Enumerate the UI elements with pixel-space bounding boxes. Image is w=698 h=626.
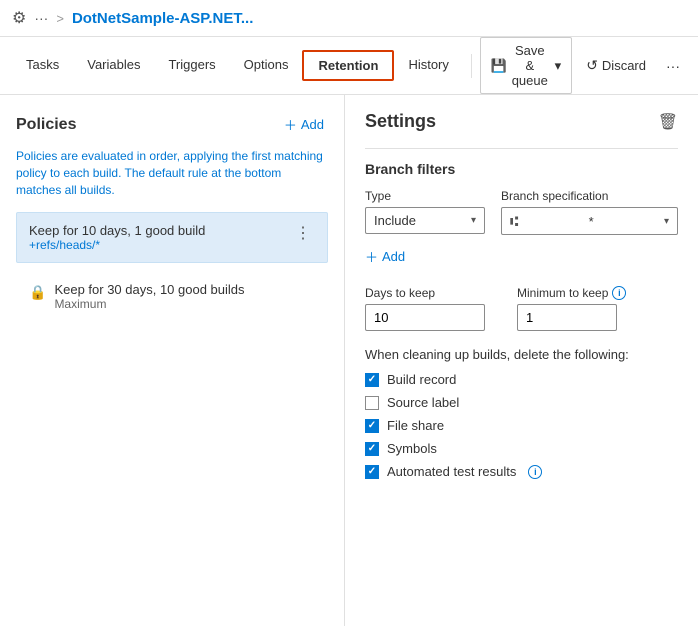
branch-icon: ⑆ [510, 213, 518, 229]
type-group: Type Include ▾ [365, 189, 485, 235]
discard-button[interactable]: ↺ Discard [576, 52, 656, 79]
checkbox-source-label[interactable] [365, 396, 379, 410]
delete-section: When cleaning up builds, delete the foll… [365, 347, 678, 479]
min-keep-group: Minimum to keep i [517, 286, 626, 331]
policy-info: Keep for 10 days, 1 good build +refs/hea… [29, 223, 291, 252]
save-queue-button[interactable]: 💾 Save & queue ▾ [480, 37, 572, 94]
branch-value: * [589, 214, 594, 229]
more-actions-button[interactable]: ··· [660, 53, 686, 79]
min-keep-input[interactable] [517, 304, 617, 331]
branch-spec-label: Branch specification [501, 189, 678, 203]
type-select[interactable]: Include ▾ [365, 207, 485, 234]
checkbox-item-source-label: Source label [365, 395, 678, 410]
tab-history[interactable]: History [394, 47, 462, 84]
nav-bar: Tasks Variables Triggers Options Retenti… [0, 37, 698, 95]
branch-filters-title: Branch filters [365, 161, 678, 177]
add-filter-icon: ＋ [365, 247, 378, 266]
checkbox-file-share[interactable] [365, 419, 379, 433]
checkbox-item-symbols: Symbols [365, 441, 678, 456]
tab-retention[interactable]: Retention [302, 50, 394, 81]
policy-kebab-menu[interactable]: ⋮ [291, 223, 315, 243]
automated-test-info-icon[interactable]: i [528, 465, 542, 479]
checkbox-label-build-record: Build record [387, 372, 456, 387]
save-dropdown-icon[interactable]: ▾ [555, 58, 562, 74]
add-icon: ＋ [284, 115, 297, 134]
days-row: Days to keep Minimum to keep i [365, 286, 678, 331]
type-value: Include [374, 213, 416, 228]
left-panel: Policies ＋ + Add Add Policies are evalua… [0, 95, 345, 626]
checkbox-symbols[interactable] [365, 442, 379, 456]
policy-max-info: Keep for 30 days, 10 good builds Maximum [54, 282, 315, 311]
app-icon: ⚙ [12, 8, 26, 28]
tab-tasks[interactable]: Tasks [12, 47, 73, 84]
breadcrumb-dots[interactable]: ··· [34, 10, 48, 26]
section-divider [365, 148, 678, 149]
project-title: DotNetSample-ASP.NET... [72, 10, 253, 27]
tab-options[interactable]: Options [230, 47, 303, 84]
checkbox-label-symbols: Symbols [387, 441, 437, 456]
checkbox-item-automated-test: Automated test results i [365, 464, 678, 479]
days-keep-group: Days to keep [365, 286, 485, 331]
type-label: Type [365, 189, 485, 203]
header: ⚙ ··· > DotNetSample-ASP.NET... [0, 0, 698, 37]
delete-label: When cleaning up builds, delete the foll… [365, 347, 678, 362]
discard-icon: ↺ [586, 57, 598, 74]
nav-divider [471, 54, 472, 78]
tab-triggers[interactable]: Triggers [154, 47, 229, 84]
min-keep-info-icon[interactable]: i [612, 286, 626, 300]
policy-max-name: Keep for 30 days, 10 good builds [54, 282, 315, 297]
type-arrow-icon: ▾ [471, 215, 476, 226]
checkbox-label-source-label: Source label [387, 395, 459, 410]
days-keep-label: Days to keep [365, 286, 485, 300]
panel-title: Policies [16, 116, 76, 134]
settings-title: Settings [365, 111, 436, 132]
policy-sub: +refs/heads/* [29, 238, 291, 252]
checkbox-item-build-record: Build record [365, 372, 678, 387]
checkbox-build-record[interactable] [365, 373, 379, 387]
lock-icon: 🔒 [29, 284, 46, 301]
days-keep-input[interactable] [365, 304, 485, 331]
panel-header: Policies ＋ + Add Add [16, 111, 328, 138]
tab-variables[interactable]: Variables [73, 47, 154, 84]
right-header: Settings 🗑 [365, 111, 678, 132]
add-filter-button[interactable]: ＋ + Add Add [365, 243, 405, 270]
nav-actions: 💾 Save & queue ▾ ↺ Discard ··· [480, 37, 686, 94]
checkbox-automated-test[interactable] [365, 465, 379, 479]
policy-max-sub: Maximum [54, 297, 315, 311]
branch-spec-select[interactable]: ⑆ * ▾ [501, 207, 678, 235]
checkbox-label-automated-test: Automated test results [387, 464, 516, 479]
checkbox-item-file-share: File share [365, 418, 678, 433]
policy-description: Policies are evaluated in order, applyin… [16, 148, 328, 198]
branch-spec-group: Branch specification ⑆ * ▾ [501, 189, 678, 235]
checkbox-label-file-share: File share [387, 418, 444, 433]
delete-settings-icon[interactable]: 🗑 [658, 112, 678, 132]
branch-arrow-icon: ▾ [664, 216, 669, 227]
save-icon: 💾 [491, 58, 507, 74]
breadcrumb-separator: > [56, 11, 64, 26]
min-keep-label: Minimum to keep [517, 286, 608, 300]
policy-name: Keep for 10 days, 1 good build [29, 223, 291, 238]
add-policy-button[interactable]: ＋ + Add Add [280, 111, 328, 138]
min-keep-label-row: Minimum to keep i [517, 286, 626, 300]
main-layout: Policies ＋ + Add Add Policies are evalua… [0, 95, 698, 626]
right-panel: Settings 🗑 Branch filters Type Include ▾… [345, 95, 698, 626]
branch-filters-row: Type Include ▾ Branch specification ⑆ * … [365, 189, 678, 235]
policy-item-selected[interactable]: Keep for 10 days, 1 good build +refs/hea… [16, 212, 328, 263]
policy-item-max[interactable]: 🔒 Keep for 30 days, 10 good builds Maxim… [16, 271, 328, 322]
